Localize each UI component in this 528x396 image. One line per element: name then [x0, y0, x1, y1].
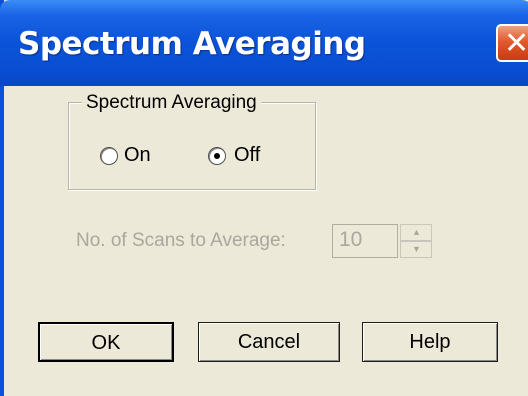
scans-label: No. of Scans to Average: [76, 230, 286, 251]
radio-off[interactable] [208, 147, 226, 165]
averaging-group-label: Spectrum Averaging [82, 92, 261, 114]
close-button[interactable]: ✕ [496, 24, 528, 62]
spin-down-button[interactable]: ▼ [400, 241, 432, 258]
spin-up-button[interactable]: ▲ [400, 224, 432, 241]
scans-input[interactable]: 10 [332, 224, 398, 258]
radio-on[interactable] [100, 147, 118, 165]
averaging-groupbox [68, 102, 316, 190]
close-icon: ✕ [504, 26, 528, 61]
window-title: Spectrum Averaging [18, 26, 366, 62]
ok-button[interactable]: OK [38, 322, 174, 362]
title-bar[interactable]: Spectrum Averaging ✕ [0, 0, 528, 86]
help-button[interactable]: Help [362, 322, 498, 362]
spin-down-icon: ▼ [412, 244, 421, 254]
cancel-button[interactable]: Cancel [198, 322, 340, 362]
radio-off-label[interactable]: Off [234, 144, 260, 167]
radio-on-label[interactable]: On [124, 144, 151, 167]
spin-up-icon: ▲ [412, 227, 421, 237]
